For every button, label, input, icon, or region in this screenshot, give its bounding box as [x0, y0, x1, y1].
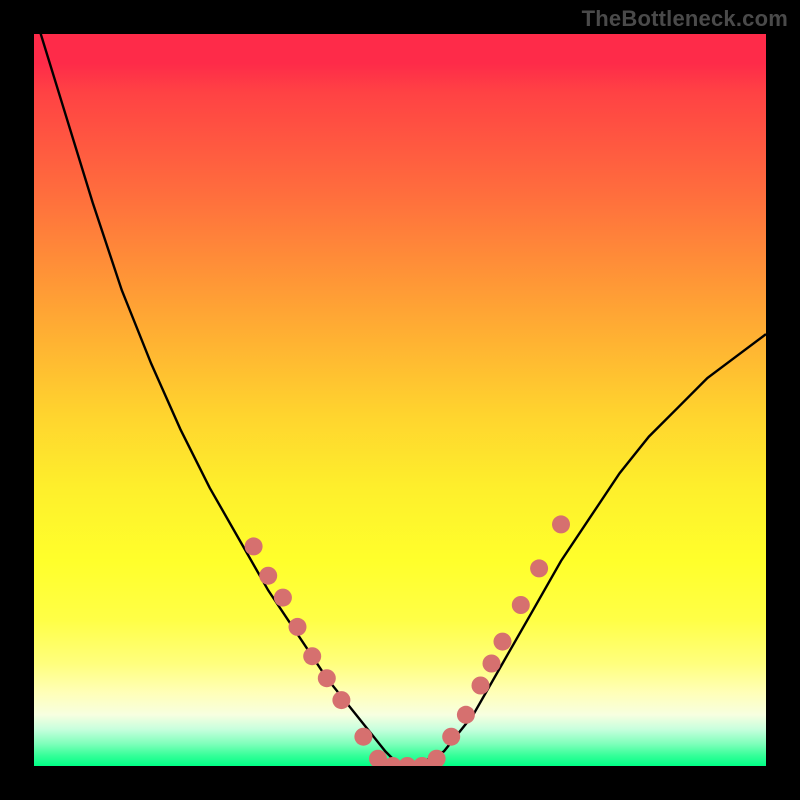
curve-marker: [332, 691, 350, 709]
curve-marker: [494, 633, 512, 651]
curve-marker: [483, 655, 501, 673]
curve-marker: [530, 559, 548, 577]
curve-markers: [245, 515, 570, 766]
curve-marker: [457, 706, 475, 724]
curve-marker: [289, 618, 307, 636]
chart-frame: TheBottleneck.com: [0, 0, 800, 800]
bottleneck-curve-path: [34, 34, 766, 766]
curve-marker: [354, 728, 372, 746]
curve-marker: [245, 537, 263, 555]
curve-marker: [472, 677, 490, 695]
watermark-text: TheBottleneck.com: [582, 6, 788, 32]
curve-marker: [303, 647, 321, 665]
curve-marker: [274, 589, 292, 607]
curve-overlay: [34, 34, 766, 766]
curve-marker: [442, 728, 460, 746]
curve-marker: [552, 515, 570, 533]
curve-marker: [512, 596, 530, 614]
curve-marker: [318, 669, 336, 687]
curve-marker: [259, 567, 277, 585]
